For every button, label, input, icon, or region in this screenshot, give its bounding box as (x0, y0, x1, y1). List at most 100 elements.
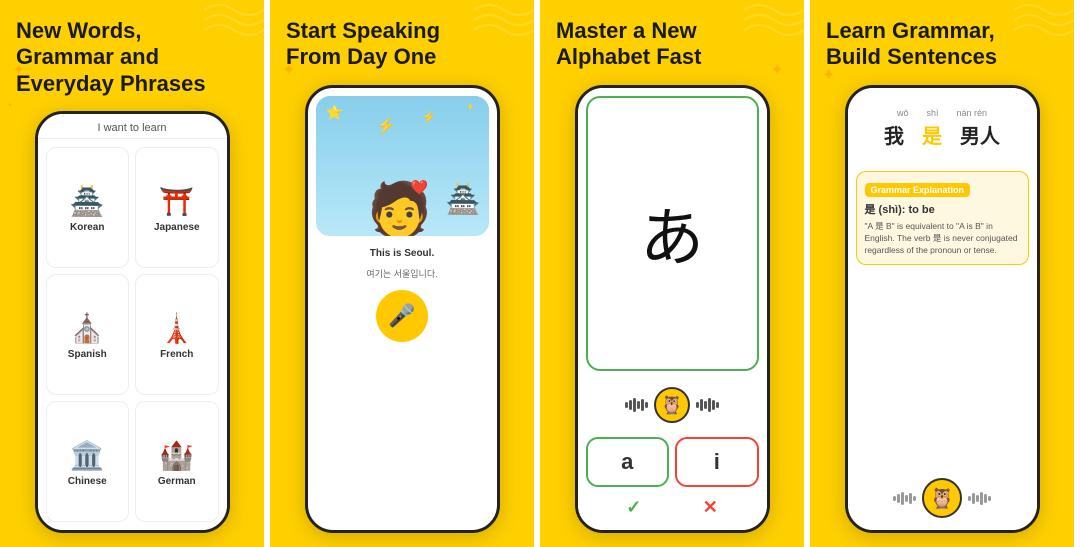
owl-mascot: 🦉 (654, 387, 690, 423)
gbar6 (913, 496, 916, 501)
answer-i-text: i (714, 449, 720, 474)
chinese-sentence: wǒ shì nán rén 我 是 男人 (856, 98, 1029, 159)
hanzi-nanren: 男人 (960, 120, 1000, 149)
pinyin-nanren: nán rén (957, 108, 988, 118)
panel1-phone: I want to learn 🏯 Korean ⛩️ Japanese ⛪ S… (35, 111, 230, 533)
grbar2 (972, 493, 975, 504)
korean-icon: 🏯 (70, 185, 105, 218)
bar6 (645, 402, 648, 408)
grammar-box: Grammar Explanation 是 (shì): to be "A 是 … (856, 171, 1029, 266)
result-row: ✓ ✕ (586, 493, 759, 522)
pinyin-wo: wǒ (897, 108, 909, 118)
scene-star2: ✦ (466, 102, 474, 113)
gbar1 (893, 496, 896, 501)
panel4-phone: wǒ shì nán rén 我 是 男人 Grammar Explanatio… (845, 85, 1040, 533)
sound-wave-row: 🦉 (586, 387, 759, 423)
owl-emoji: 🦉 (661, 395, 683, 416)
deco-star-3: ✦ (771, 60, 784, 80)
french-icon: 🗼 (159, 312, 194, 345)
deco-dot-1: • (8, 100, 12, 111)
rbar2 (700, 399, 703, 411)
lang-french[interactable]: 🗼 French (135, 274, 219, 395)
panel2-phone: ⭐ ✦ 🏯 🧑 ⚡ ⚡ ❤️ This is Seoul. 여기는 서울입니다.… (305, 85, 500, 533)
right-wave (696, 394, 719, 416)
grbar4 (980, 492, 983, 505)
cross-mark: ✕ (703, 497, 718, 518)
panel-words: ✦ • New Words, Grammar and Everyday Phra… (0, 0, 270, 547)
bar1 (625, 402, 628, 408)
lang-chinese[interactable]: 🏛️ Chinese (46, 401, 130, 522)
deco-waves-4 (1014, 0, 1074, 40)
mic-icon: 🎤 (388, 303, 415, 329)
gbar3 (901, 492, 904, 505)
check-mark: ✓ (626, 497, 641, 518)
answer-options: a i (586, 437, 759, 487)
panel4-content: wǒ shì nán rén 我 是 男人 Grammar Explanatio… (848, 88, 1037, 530)
gbar2 (897, 494, 900, 503)
hiragana-char: あ (640, 187, 704, 279)
bar2 (629, 400, 632, 410)
french-label: French (160, 349, 193, 360)
speaking-subcaption: 여기는 서울입니다. (316, 267, 489, 280)
lang-german[interactable]: 🏰 German (135, 401, 219, 522)
gbar4 (905, 495, 908, 502)
grammar-wave-row: 🦉 (856, 478, 1029, 518)
hanzi-row: 我 是 男人 (866, 120, 1019, 149)
rbar4 (708, 398, 711, 412)
answer-i[interactable]: i (675, 437, 759, 487)
deco-star-2: ✦ (282, 60, 295, 80)
hanzi-shi: 是 (922, 120, 942, 149)
lang-japanese[interactable]: ⛩️ Japanese (135, 147, 219, 268)
bolt1: ⚡ (376, 116, 396, 136)
mic-button[interactable]: 🎤 (376, 290, 428, 342)
spanish-icon: ⛪ (70, 312, 105, 345)
panel3-content: あ 🦉 (578, 88, 767, 530)
grammar-owl-emoji: 🦉 (930, 486, 955, 511)
hiragana-card: あ (586, 96, 759, 371)
chinese-label: Chinese (68, 476, 107, 487)
bar5 (641, 399, 644, 411)
left-wave (625, 394, 648, 416)
spanish-label: Spanish (68, 349, 107, 360)
pinyin-row: wǒ shì nán rén (866, 108, 1019, 118)
lang-spanish[interactable]: ⛪ Spanish (46, 274, 130, 395)
japanese-icon: ⛩️ (159, 185, 194, 218)
grammar-right-wave (968, 488, 991, 509)
speaking-caption: This is Seoul. (324, 242, 481, 265)
grbar5 (984, 494, 987, 503)
korean-label: Korean (70, 222, 104, 233)
grammar-title: Grammar Explanation (865, 183, 971, 197)
german-icon: 🏰 (159, 439, 194, 472)
grammar-main: 是 (shì): to be (865, 201, 1020, 217)
lang-korean[interactable]: 🏯 Korean (46, 147, 130, 268)
bar3 (633, 398, 636, 412)
grbar1 (968, 496, 971, 501)
scene-landmark: 🏯 (446, 183, 481, 216)
answer-a[interactable]: a (586, 437, 670, 487)
answer-a-text: a (621, 449, 633, 474)
language-grid: 🏯 Korean ⛩️ Japanese ⛪ Spanish 🗼 French … (38, 139, 227, 530)
hanzi-wo: 我 (884, 120, 904, 149)
deco-waves-3 (744, 0, 804, 40)
panel3-phone: あ 🦉 (575, 85, 770, 533)
deco-star-4: ✦ (822, 65, 835, 85)
scene-star1: ⭐ (326, 104, 343, 121)
rbar5 (712, 400, 715, 410)
speaking-scene: ⭐ ✦ 🏯 🧑 ⚡ ⚡ ❤️ (316, 96, 489, 236)
scene-bg: ⭐ ✦ 🏯 🧑 ⚡ ⚡ ❤️ (316, 96, 489, 236)
german-label: German (158, 476, 196, 487)
pinyin-shi: shì (926, 108, 938, 118)
grbar6 (988, 496, 991, 501)
deco-waves-1 (204, 0, 264, 40)
bolt2: ⚡ (422, 110, 437, 124)
rbar1 (696, 402, 699, 408)
grammar-desc: "A 是 B" is equivalent to "A is B" in Eng… (865, 221, 1020, 257)
grbar3 (976, 495, 979, 502)
deco-waves-2 (474, 0, 534, 40)
bar4 (637, 401, 640, 409)
panel-speaking: ✦ Start Speaking From Day One ⭐ ✦ 🏯 🧑 ⚡ … (270, 0, 540, 547)
heart-icon: ❤️ (411, 179, 428, 196)
lang-select-header: I want to learn (38, 114, 227, 139)
gbar5 (909, 493, 912, 504)
grammar-left-wave (893, 488, 916, 509)
